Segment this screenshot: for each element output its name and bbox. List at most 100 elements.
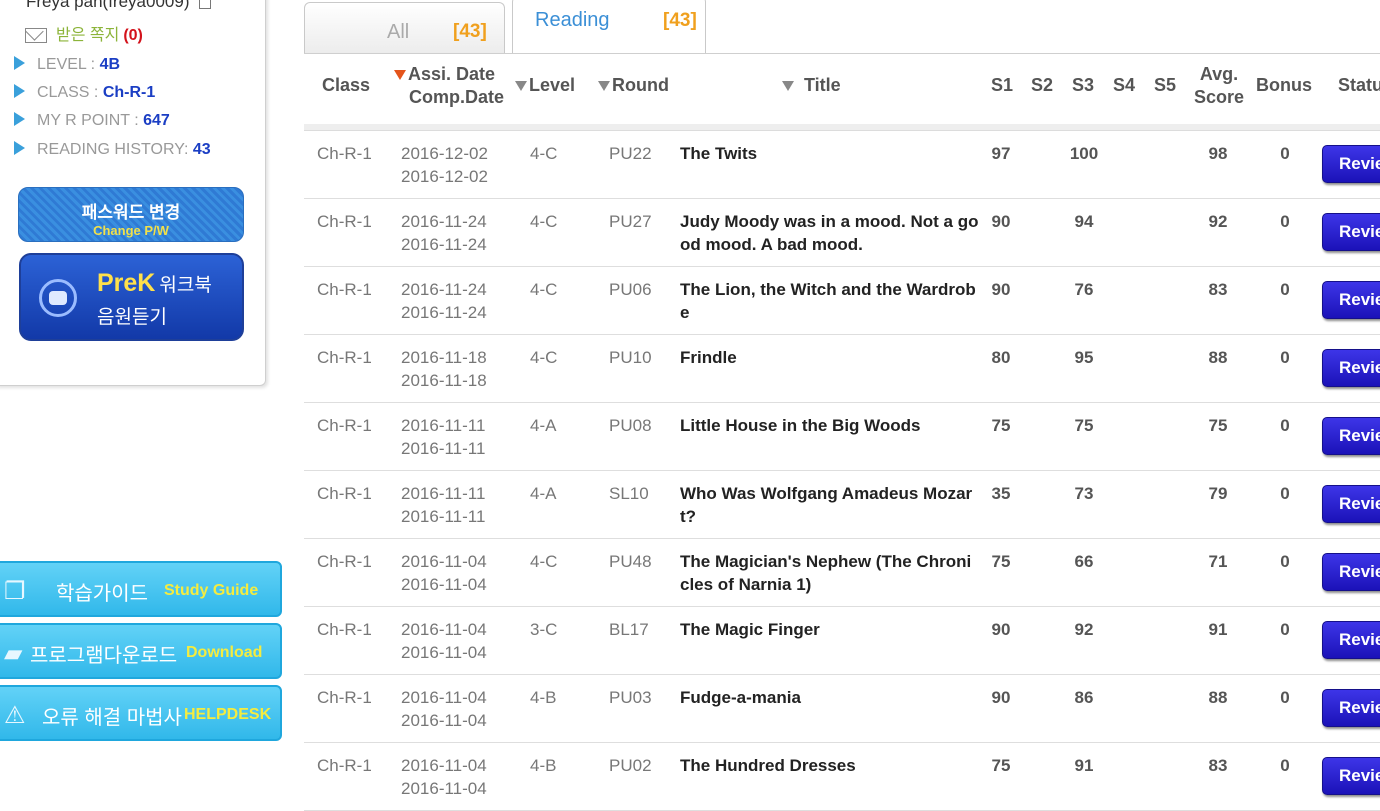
cell-level: 4-C bbox=[530, 144, 558, 163]
cell-class: Ch-R-1 bbox=[317, 280, 372, 299]
study-guide-button[interactable]: ❐ 학습가이드 Study Guide bbox=[0, 561, 282, 617]
col-level[interactable]: Level bbox=[515, 74, 575, 97]
table-row: Ch-R-1 2016-11-18 2016-11-18 4-C PU10 Frindle… bbox=[304, 335, 1380, 403]
cell-bonus: 0 bbox=[1280, 348, 1290, 367]
cell-avg-score: 91 bbox=[1208, 620, 1228, 639]
cell-round: PU22 bbox=[609, 144, 652, 163]
cell-s3: 73 bbox=[1074, 484, 1094, 503]
arrow-bullet-icon bbox=[14, 84, 25, 98]
col-s5: S5 bbox=[1154, 75, 1177, 95]
cell-comp-date: 2016-11-18 bbox=[401, 371, 487, 390]
cell-level: 4-C bbox=[530, 552, 558, 571]
cell-title: Who Was Wolfgang Amadeus Mozart? bbox=[680, 484, 973, 526]
cell-class: Ch-R-1 bbox=[317, 348, 372, 367]
info-level: LEVEL : 4B bbox=[14, 56, 120, 74]
cell-assi-date: 2016-11-04 bbox=[401, 688, 487, 707]
cell-round: PU03 bbox=[609, 688, 652, 707]
cell-round: PU02 bbox=[609, 756, 652, 775]
cell-title: Little House in the Big Woods bbox=[680, 416, 921, 435]
cell-title: The Twits bbox=[680, 144, 758, 163]
cell-assi-date: 2016-11-04 bbox=[401, 552, 487, 571]
cell-level: 4-C bbox=[530, 348, 558, 367]
cell-avg-score: 88 bbox=[1208, 688, 1228, 707]
helpdesk-button[interactable]: ⚠ 오류 해결 마법사 HELPDESK bbox=[0, 685, 282, 741]
cell-round: PU08 bbox=[609, 416, 652, 435]
cell-s1: 90 bbox=[991, 688, 1011, 707]
cell-bonus: 0 bbox=[1280, 688, 1290, 707]
col-avg-score: Avg. Score bbox=[1193, 64, 1245, 107]
info-class: CLASS : Ch-R-1 bbox=[14, 84, 155, 102]
cell-title: The Magic Finger bbox=[680, 620, 820, 639]
review-button[interactable]: Review bbox=[1322, 349, 1380, 387]
cell-bonus: 0 bbox=[1280, 484, 1290, 503]
cell-s3: 94 bbox=[1074, 212, 1094, 231]
cell-bonus: 0 bbox=[1280, 620, 1290, 639]
review-button[interactable]: Review bbox=[1322, 417, 1380, 455]
sort-icon bbox=[598, 81, 610, 92]
cell-assi-date: 2016-11-24 bbox=[401, 280, 487, 299]
cell-assi-date: 2016-11-11 bbox=[401, 416, 486, 435]
cell-level: 4-C bbox=[530, 280, 558, 299]
cell-assi-date: 2016-11-24 bbox=[401, 212, 487, 231]
user-settings-icon[interactable] bbox=[199, 0, 212, 9]
cell-class: Ch-R-1 bbox=[317, 688, 372, 707]
cell-title: Frindle bbox=[680, 348, 737, 367]
cell-avg-score: 98 bbox=[1208, 144, 1228, 163]
messages-label: 받은 쪽지 bbox=[56, 27, 120, 44]
cell-level: 4-C bbox=[530, 212, 558, 231]
review-button[interactable]: Review bbox=[1322, 145, 1380, 183]
cell-s1: 75 bbox=[991, 416, 1011, 435]
cell-level: 4-A bbox=[530, 416, 557, 435]
prek-audio-button[interactable]: PreK 워크북 음원듣기 bbox=[19, 253, 244, 341]
cell-class: Ch-R-1 bbox=[317, 484, 372, 503]
cell-s1: 90 bbox=[991, 620, 1011, 639]
review-button[interactable]: Review bbox=[1322, 553, 1380, 591]
table-row: Ch-R-1 2016-11-04 2016-11-04 4-C PU48 The Mag… bbox=[304, 539, 1380, 607]
cell-s1: 90 bbox=[991, 212, 1011, 231]
cell-round: SL10 bbox=[609, 484, 649, 503]
change-password-button[interactable]: 패스워드 변경 Change P/W bbox=[18, 187, 244, 242]
review-button[interactable]: Review bbox=[1322, 621, 1380, 659]
cell-assi-date: 2016-11-11 bbox=[401, 484, 486, 503]
tab-reading[interactable]: Reading [43] bbox=[512, 0, 706, 56]
folder-icon: ▰ bbox=[4, 640, 23, 667]
review-button[interactable]: Review bbox=[1322, 281, 1380, 319]
cell-bonus: 0 bbox=[1280, 280, 1290, 299]
cell-avg-score: 83 bbox=[1208, 756, 1228, 775]
cell-bonus: 0 bbox=[1280, 552, 1290, 571]
table-row: Ch-R-1 2016-11-04 2016-11-04 4-B PU02 The Hun… bbox=[304, 743, 1380, 811]
program-download-button[interactable]: ▰ 프로그램다운로드 Download bbox=[0, 623, 282, 679]
cell-s3: 76 bbox=[1074, 280, 1094, 299]
review-button[interactable]: Review bbox=[1322, 757, 1380, 795]
cell-round: PU48 bbox=[609, 552, 652, 571]
info-reading-history[interactable]: READING HISTORY: 43 bbox=[14, 141, 211, 159]
review-button[interactable]: Review bbox=[1322, 485, 1380, 523]
cell-comp-date: 2016-11-04 bbox=[401, 643, 487, 662]
table-row: Ch-R-1 2016-11-24 2016-11-24 4-C PU06 The Lio… bbox=[304, 267, 1380, 335]
cell-s1: 35 bbox=[991, 484, 1011, 503]
warning-icon: ⚠ bbox=[4, 702, 26, 729]
table-row: Ch-R-1 2016-11-24 2016-11-24 4-C PU27 Judy Mo… bbox=[304, 199, 1380, 267]
cell-title: The Lion, the Witch and the Wardrobe bbox=[680, 280, 976, 322]
cell-level: 4-A bbox=[530, 484, 557, 503]
cell-title: The Magician's Nephew (The Chronicles of… bbox=[680, 552, 972, 594]
cell-s1: 90 bbox=[991, 280, 1011, 299]
cell-comp-date: 2016-11-04 bbox=[401, 779, 487, 798]
cell-s1: 80 bbox=[991, 348, 1011, 367]
cell-avg-score: 75 bbox=[1208, 416, 1228, 435]
col-title[interactable]: Title bbox=[782, 74, 841, 97]
messages-link[interactable]: 받은 쪽지 (0) bbox=[25, 21, 143, 45]
cell-class: Ch-R-1 bbox=[317, 416, 372, 435]
cell-avg-score: 92 bbox=[1208, 212, 1228, 231]
col-assi-comp-date[interactable]: Assi. Date Comp.Date bbox=[394, 63, 504, 109]
cell-s1: 75 bbox=[991, 756, 1011, 775]
col-round[interactable]: Round bbox=[598, 74, 669, 97]
cell-class: Ch-R-1 bbox=[317, 144, 372, 163]
table-header: Class Assi. Date Comp.Date Level Round T… bbox=[304, 54, 1380, 124]
cell-comp-date: 2016-11-04 bbox=[401, 711, 487, 730]
col-s1: S1 bbox=[991, 75, 1014, 95]
tab-all[interactable]: All [43] bbox=[304, 2, 505, 54]
review-button[interactable]: Review bbox=[1322, 213, 1380, 251]
review-button[interactable]: Review bbox=[1322, 689, 1380, 727]
table-row: Ch-R-1 2016-11-04 2016-11-04 4-B PU03 Fudge-a… bbox=[304, 675, 1380, 743]
